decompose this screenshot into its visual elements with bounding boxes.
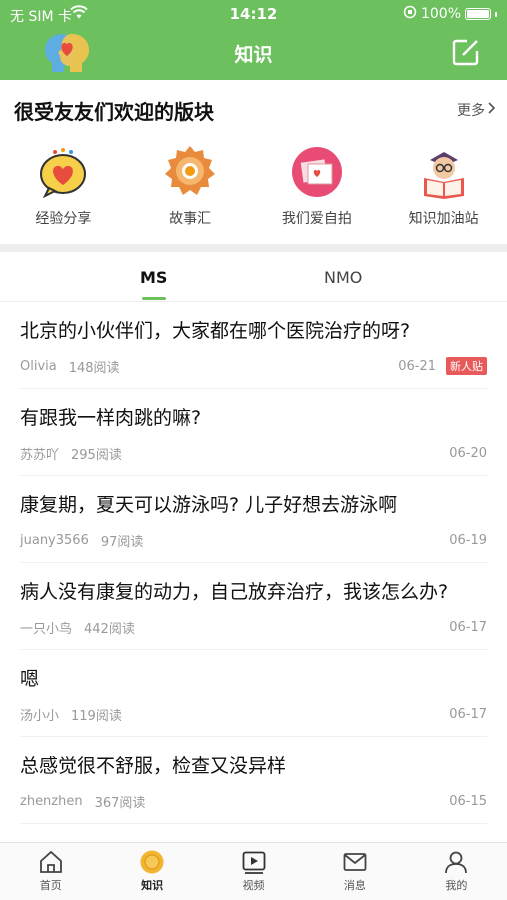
post-date: 06-20: [449, 445, 487, 461]
post-reads: 119阅读: [71, 708, 122, 724]
post-meta: juany3566 97阅读 06-19: [20, 530, 487, 550]
category-selfie[interactable]: 我们爱自拍: [254, 144, 381, 228]
post-author: 苏苏吖: [20, 447, 60, 463]
post-meta: 一只小鸟 442阅读 06-17: [20, 617, 487, 637]
post-meta: Olivia 148阅读 06-21 新人贴: [20, 356, 487, 376]
tab-video[interactable]: 视频: [203, 843, 304, 900]
post-meta: 汤小小 119阅读 06-17: [20, 704, 487, 724]
list-item[interactable]: 嗯 汤小小 119阅读 06-17: [20, 650, 487, 737]
category-label: 故事汇: [169, 211, 212, 227]
post-reads: 148阅读: [68, 360, 120, 376]
post-date: 06-15: [449, 793, 487, 809]
top-bar: 无 SIM 卡 14:12 100% 知识: [0, 0, 507, 80]
post-title: 康复期，夏天可以游泳吗? 儿子好想去游泳啊: [20, 494, 398, 516]
category-list: 经验分享 故事汇 我们爱自拍 知识加油站: [0, 144, 507, 228]
post-meta: 苏苏吖 295阅读 06-20: [20, 443, 487, 463]
post-author: Olivia: [20, 358, 57, 374]
battery-percent: 100%: [420, 6, 461, 22]
post-reads: 295阅读: [71, 447, 122, 463]
category-label: 知识加油站: [408, 211, 479, 227]
list-item[interactable]: 北京的小伙伴们，大家都在哪个医院治疗的呀? Olivia 148阅读 06-21…: [20, 302, 487, 389]
status-right: 100%: [403, 5, 497, 23]
tab-label: 我的: [445, 879, 468, 892]
popular-section: 很受友友们欢迎的版块 更多 经验分享 故事汇 我们爱自拍 知识加油站: [0, 80, 507, 244]
status-bar: 无 SIM 卡 14:12 100%: [0, 0, 507, 28]
more-link[interactable]: 更多: [457, 100, 497, 120]
category-stories[interactable]: 故事汇: [127, 144, 254, 228]
heart-speech-bubble-icon: [40, 148, 87, 199]
post-date: 06-17: [449, 706, 487, 722]
post-title: 嗯: [20, 668, 40, 690]
envelope-icon: [343, 853, 367, 871]
list-item[interactable]: 病人没有康复的动力，自己放弃治疗，我该怎么办? 一只小鸟 442阅读 06-17: [20, 563, 487, 650]
home-icon: [39, 850, 62, 873]
list-item[interactable]: 有跟我一样肉跳的嘛? 苏苏吖 295阅读 06-20: [20, 389, 487, 476]
tab-label: 视频: [242, 879, 265, 892]
orientation-lock-icon: [403, 5, 417, 23]
post-title: 病人没有康复的动力，自己放弃治疗，我该怎么办?: [20, 581, 449, 603]
knowledge-circle-icon: [140, 850, 164, 874]
list-item[interactable]: 总感觉很不舒服，检查又没异样 zhenzhen 367阅读 06-15: [20, 737, 487, 824]
tab-knowledge[interactable]: 知识: [101, 843, 202, 900]
category-experience-share[interactable]: 经验分享: [0, 144, 127, 228]
reading-book-icon: [423, 152, 464, 199]
post-title: 总感觉很不舒服，检查又没异样: [20, 755, 287, 777]
post-title: 有跟我一样肉跳的嘛?: [20, 407, 202, 429]
tab-ms[interactable]: MS: [140, 268, 167, 287]
battery-tip: [495, 11, 497, 17]
tab-profile[interactable]: 我的: [406, 843, 507, 900]
tab-messages[interactable]: 消息: [304, 843, 405, 900]
tab-label: 知识: [141, 879, 164, 892]
tab-home[interactable]: 首页: [0, 843, 101, 900]
post-date: 06-21: [398, 358, 436, 374]
post-reads: 367阅读: [94, 795, 146, 811]
bottom-tab-bar: 首页 知识 视频 消息 我的: [0, 842, 507, 900]
tab-label: 首页: [39, 879, 62, 892]
post-author: 一只小鸟: [20, 621, 73, 637]
edit-icon[interactable]: [451, 37, 481, 67]
more-label: 更多: [457, 103, 485, 119]
video-icon: [242, 851, 265, 874]
photo-icon: [291, 147, 342, 197]
category-label: 经验分享: [35, 211, 92, 227]
user-icon: [445, 851, 468, 874]
active-tab-indicator: [142, 297, 166, 300]
chevron-right-icon: [487, 101, 497, 119]
post-author: zhenzhen: [20, 793, 83, 809]
post-date: 06-19: [449, 532, 487, 548]
section-divider: [0, 244, 507, 252]
popular-title: 很受友友们欢迎的版块: [14, 100, 214, 124]
post-meta: zhenzhen 367阅读 06-15: [20, 791, 487, 811]
new-post-badge: 新人贴: [446, 357, 487, 375]
category-knowledge-station[interactable]: 知识加油站: [380, 144, 507, 228]
post-list: 北京的小伙伴们，大家都在哪个医院治疗的呀? Olivia 148阅读 06-21…: [0, 302, 507, 842]
page-title: 知识: [234, 44, 273, 66]
post-reads: 442阅读: [84, 621, 135, 637]
post-title: 北京的小伙伴们，大家都在哪个医院治疗的呀?: [20, 320, 411, 342]
battery-icon: [465, 8, 491, 20]
post-author: 汤小小: [20, 708, 60, 724]
sun-badge-icon: [165, 146, 216, 195]
category-label: 我们爱自拍: [281, 211, 352, 227]
tab-label: 消息: [343, 879, 366, 892]
list-item[interactable]: 康复期，夏天可以游泳吗? 儿子好想去游泳啊 juany3566 97阅读 06-…: [20, 476, 487, 563]
disease-tabs: MS NMO: [0, 252, 507, 302]
post-author: juany3566: [20, 532, 89, 548]
tab-nmo[interactable]: NMO: [324, 268, 362, 287]
post-date: 06-17: [449, 619, 487, 635]
post-reads: 97阅读: [100, 534, 144, 550]
